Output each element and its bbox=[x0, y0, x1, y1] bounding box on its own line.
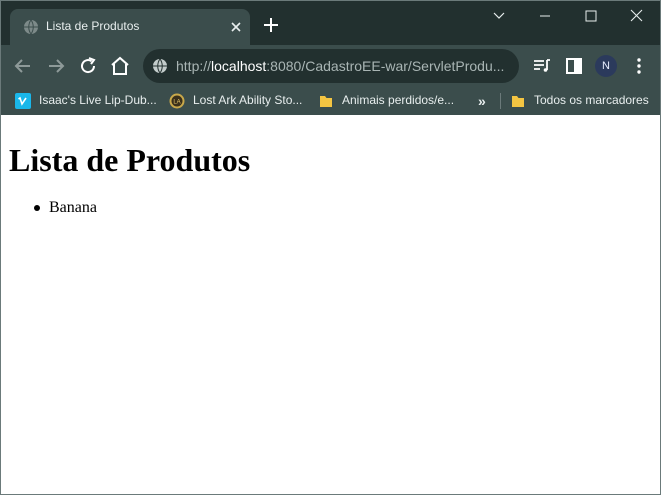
page-title: Lista de Produtos bbox=[9, 142, 251, 178]
toolbar: http://localhost:8080/CadastroEE-war/Ser… bbox=[1, 45, 660, 87]
folder-icon bbox=[512, 96, 524, 107]
url-host: localhost bbox=[211, 58, 267, 74]
bookmark-label: Lost Ark Ability Sto... bbox=[193, 93, 303, 107]
bookmarks-bar: Isaac's Live Lip-Dub... LA Lost Ark Abil… bbox=[1, 87, 660, 115]
forward-arrow-icon[interactable] bbox=[44, 54, 68, 78]
all-bookmarks-label: Todos os marcadores bbox=[534, 93, 649, 107]
url-text[interactable]: http://localhost:8080/CadastroEE-war/Ser… bbox=[176, 58, 506, 74]
bookmarks-divider bbox=[500, 93, 501, 109]
bookmark-label: Isaac's Live Lip-Dub... bbox=[39, 93, 157, 107]
bookmarks-overflow-button[interactable]: » bbox=[478, 93, 494, 109]
plus-icon[interactable] bbox=[261, 15, 281, 35]
maximize-icon[interactable] bbox=[568, 1, 614, 31]
menu-kebab-icon[interactable] bbox=[627, 54, 651, 78]
address-bar[interactable]: http://localhost:8080/CadastroEE-war/Ser… bbox=[143, 49, 519, 83]
globe-icon bbox=[24, 19, 38, 35]
folder-icon bbox=[320, 96, 332, 107]
list-item: Banana bbox=[9, 199, 97, 217]
svg-text:LA: LA bbox=[173, 100, 180, 106]
back-arrow-icon[interactable] bbox=[11, 54, 35, 78]
chevron-down-icon[interactable] bbox=[477, 1, 523, 31]
home-icon[interactable] bbox=[108, 54, 132, 78]
minimize-icon[interactable] bbox=[522, 1, 568, 31]
close-icon[interactable] bbox=[614, 1, 660, 31]
lost-ark-icon: LA bbox=[169, 93, 185, 109]
browser-tab[interactable]: Lista de Produtos bbox=[10, 9, 250, 45]
profile-avatar[interactable]: N bbox=[595, 55, 617, 77]
bookmark-label: Animais perdidos/e... bbox=[342, 93, 455, 107]
product-name: Banana bbox=[49, 199, 97, 216]
site-info-icon[interactable] bbox=[152, 58, 168, 74]
bullet-icon bbox=[34, 205, 40, 211]
tab-strip: Lista de Produtos bbox=[1, 1, 660, 45]
profile-initial: N bbox=[602, 60, 610, 72]
close-icon[interactable] bbox=[228, 19, 244, 35]
url-scheme: http:// bbox=[176, 58, 212, 74]
url-path: :8080/CadastroEE-war/ServletProdu... bbox=[266, 58, 505, 74]
product-list: Banana bbox=[9, 199, 97, 217]
page-content: Lista de Produtos Banana bbox=[1, 115, 660, 494]
browser-window: Lista de Produtos http://localhost:8080/… bbox=[0, 0, 661, 495]
side-panel-icon[interactable] bbox=[562, 54, 586, 78]
vimeo-icon bbox=[15, 93, 31, 109]
reload-icon[interactable] bbox=[76, 54, 100, 78]
tab-title: Lista de Produtos bbox=[46, 19, 140, 33]
reading-list-icon[interactable] bbox=[530, 54, 554, 78]
